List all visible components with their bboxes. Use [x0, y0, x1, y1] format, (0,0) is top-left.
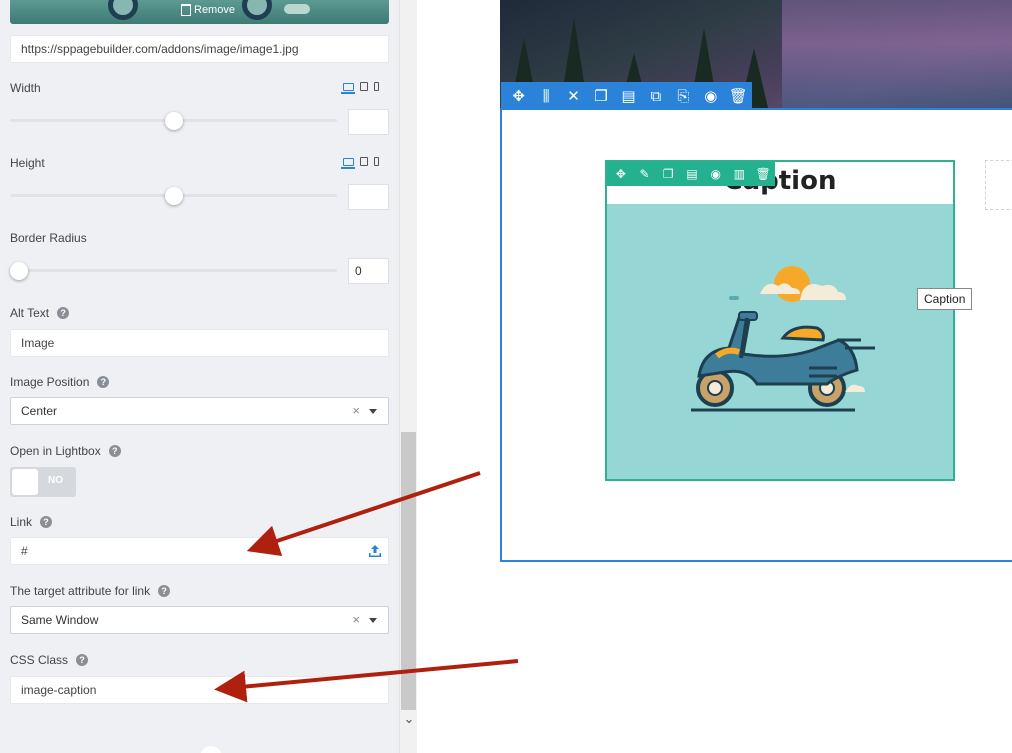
height-device-switcher [341, 157, 379, 169]
phone-icon[interactable] [374, 82, 379, 91]
help-icon[interactable]: ? [97, 376, 110, 388]
link-label-text: Link [10, 515, 33, 529]
paste-icon[interactable]: ⎘ [670, 82, 697, 110]
lightbox-toggle[interactable]: NO [10, 467, 76, 497]
width-slider-handle[interactable] [165, 112, 183, 130]
scooter-wheel-graphic [242, 0, 272, 20]
height-label: Height [10, 156, 45, 170]
bottom-handle[interactable] [200, 746, 222, 753]
css-class-input[interactable]: image-caption [10, 676, 389, 704]
trash-icon [181, 4, 191, 16]
css-class-label: CSS Class ? [10, 653, 89, 667]
row-toolbar: ✥ ⫼ ✕ ❐ ▤ ⧉ ⎘ ◉ 🗑 [501, 82, 752, 110]
target-select[interactable]: Same Window × [10, 606, 389, 634]
border-radius-label-text: Border Radius [10, 231, 87, 245]
help-icon[interactable]: ? [76, 654, 89, 666]
alt-text-label-text: Alt Text [10, 306, 50, 320]
image-position-value: Center [21, 404, 58, 418]
scrollbar-thumb[interactable] [401, 432, 416, 710]
addon-settings-panel: Remove https://sppagebuilder.com/addons/… [0, 0, 399, 753]
desktop-icon[interactable] [341, 82, 355, 94]
help-icon[interactable]: ? [158, 585, 171, 597]
addon-toolbar: ✥ ✎ ❐ ▤ ◉ ▥ 🗑 [607, 162, 775, 186]
toggle-state-text: NO [48, 475, 63, 486]
phone-icon[interactable] [374, 157, 379, 166]
water-graphic [782, 0, 1012, 108]
image-position-select[interactable]: Center × [10, 397, 389, 425]
image-addon[interactable]: Caption ✥ ✎ ❐ ▤ ◉ ▥ 🗑 [605, 160, 955, 481]
target-label-text: The target attribute for link [10, 584, 151, 598]
clear-icon[interactable]: × [352, 607, 360, 633]
height-label-text: Height [10, 156, 45, 170]
target-value: Same Window [21, 613, 99, 627]
width-label: Width [10, 81, 41, 95]
upload-icon[interactable] [368, 544, 382, 558]
scroll-down-arrow-icon[interactable]: ⌄ [402, 712, 416, 726]
remove-image-button[interactable]: Remove [181, 2, 235, 18]
copy-icon[interactable]: ⧉ [642, 82, 669, 110]
remove-label: Remove [194, 4, 235, 16]
scooter-wheel-graphic [108, 0, 138, 20]
border-radius-value-input[interactable]: 0 [348, 258, 389, 284]
border-radius-slider-track[interactable] [10, 269, 337, 272]
duplicate-icon[interactable]: ❐ [587, 82, 614, 110]
scooter-illustration [691, 266, 875, 412]
chevron-down-icon[interactable] [369, 409, 377, 414]
trash-icon[interactable]: 🗑 [751, 162, 775, 186]
clear-icon[interactable]: × [352, 398, 360, 424]
help-icon[interactable]: ? [40, 516, 53, 528]
move-icon[interactable]: ✥ [609, 162, 633, 186]
alt-text-input[interactable]: Image [10, 329, 389, 357]
tablet-icon[interactable] [360, 82, 368, 91]
image-url-input[interactable]: https://sppagebuilder.com/addons/image/i… [10, 35, 389, 63]
width-value-input[interactable] [348, 109, 389, 135]
edit-icon[interactable]: ✎ [633, 162, 657, 186]
columns-icon[interactable]: ▥ [728, 162, 752, 186]
link-input[interactable]: # [10, 537, 389, 565]
height-slider-handle[interactable] [165, 187, 183, 205]
move-icon[interactable]: ✥ [505, 82, 532, 110]
image-thumbnail: Remove [10, 0, 389, 24]
desktop-icon[interactable] [341, 157, 355, 169]
page-preview: ✥ ⫼ ✕ ❐ ▤ ⧉ ⎘ ◉ 🗑 Caption ✥ ✎ ❐ ▤ ◉ ▥ 🗑 [417, 0, 1012, 753]
cloud-graphic [284, 4, 310, 14]
tablet-icon[interactable] [360, 157, 368, 166]
lightbox-label: Open in Lightbox ? [10, 444, 121, 458]
visibility-icon[interactable]: ◉ [697, 82, 724, 110]
help-icon[interactable]: ? [108, 445, 121, 457]
width-label-text: Width [10, 81, 41, 95]
caption-tooltip: Caption [917, 288, 973, 310]
image-position-label: Image Position ? [10, 375, 110, 389]
duplicate-icon[interactable]: ❐ [656, 162, 680, 186]
target-label: The target attribute for link ? [10, 584, 171, 598]
alt-text-label: Alt Text ? [10, 306, 70, 320]
visibility-icon[interactable]: ◉ [704, 162, 728, 186]
image-position-label-text: Image Position [10, 375, 90, 389]
panel-scrollbar[interactable]: ⌄ [399, 0, 417, 753]
lightbox-label-text: Open in Lightbox [10, 444, 101, 458]
border-radius-label: Border Radius [10, 231, 87, 245]
border-radius-slider-handle[interactable] [10, 262, 28, 280]
columns-icon[interactable]: ⫼ [532, 82, 559, 110]
link-label: Link ? [10, 515, 53, 529]
tools-icon[interactable]: ✕ [560, 82, 587, 110]
width-device-switcher [341, 82, 379, 94]
help-icon[interactable]: ? [57, 307, 70, 319]
height-value-input[interactable] [348, 184, 389, 210]
save-icon[interactable]: ▤ [615, 82, 642, 110]
save-icon[interactable]: ▤ [680, 162, 704, 186]
empty-column-placeholder[interactable] [985, 160, 1012, 210]
link-value: # [21, 544, 28, 558]
css-class-label-text: CSS Class [10, 653, 69, 667]
trash-icon[interactable]: 🗑 [725, 82, 752, 110]
chevron-down-icon[interactable] [369, 618, 377, 623]
toggle-knob [12, 469, 38, 495]
